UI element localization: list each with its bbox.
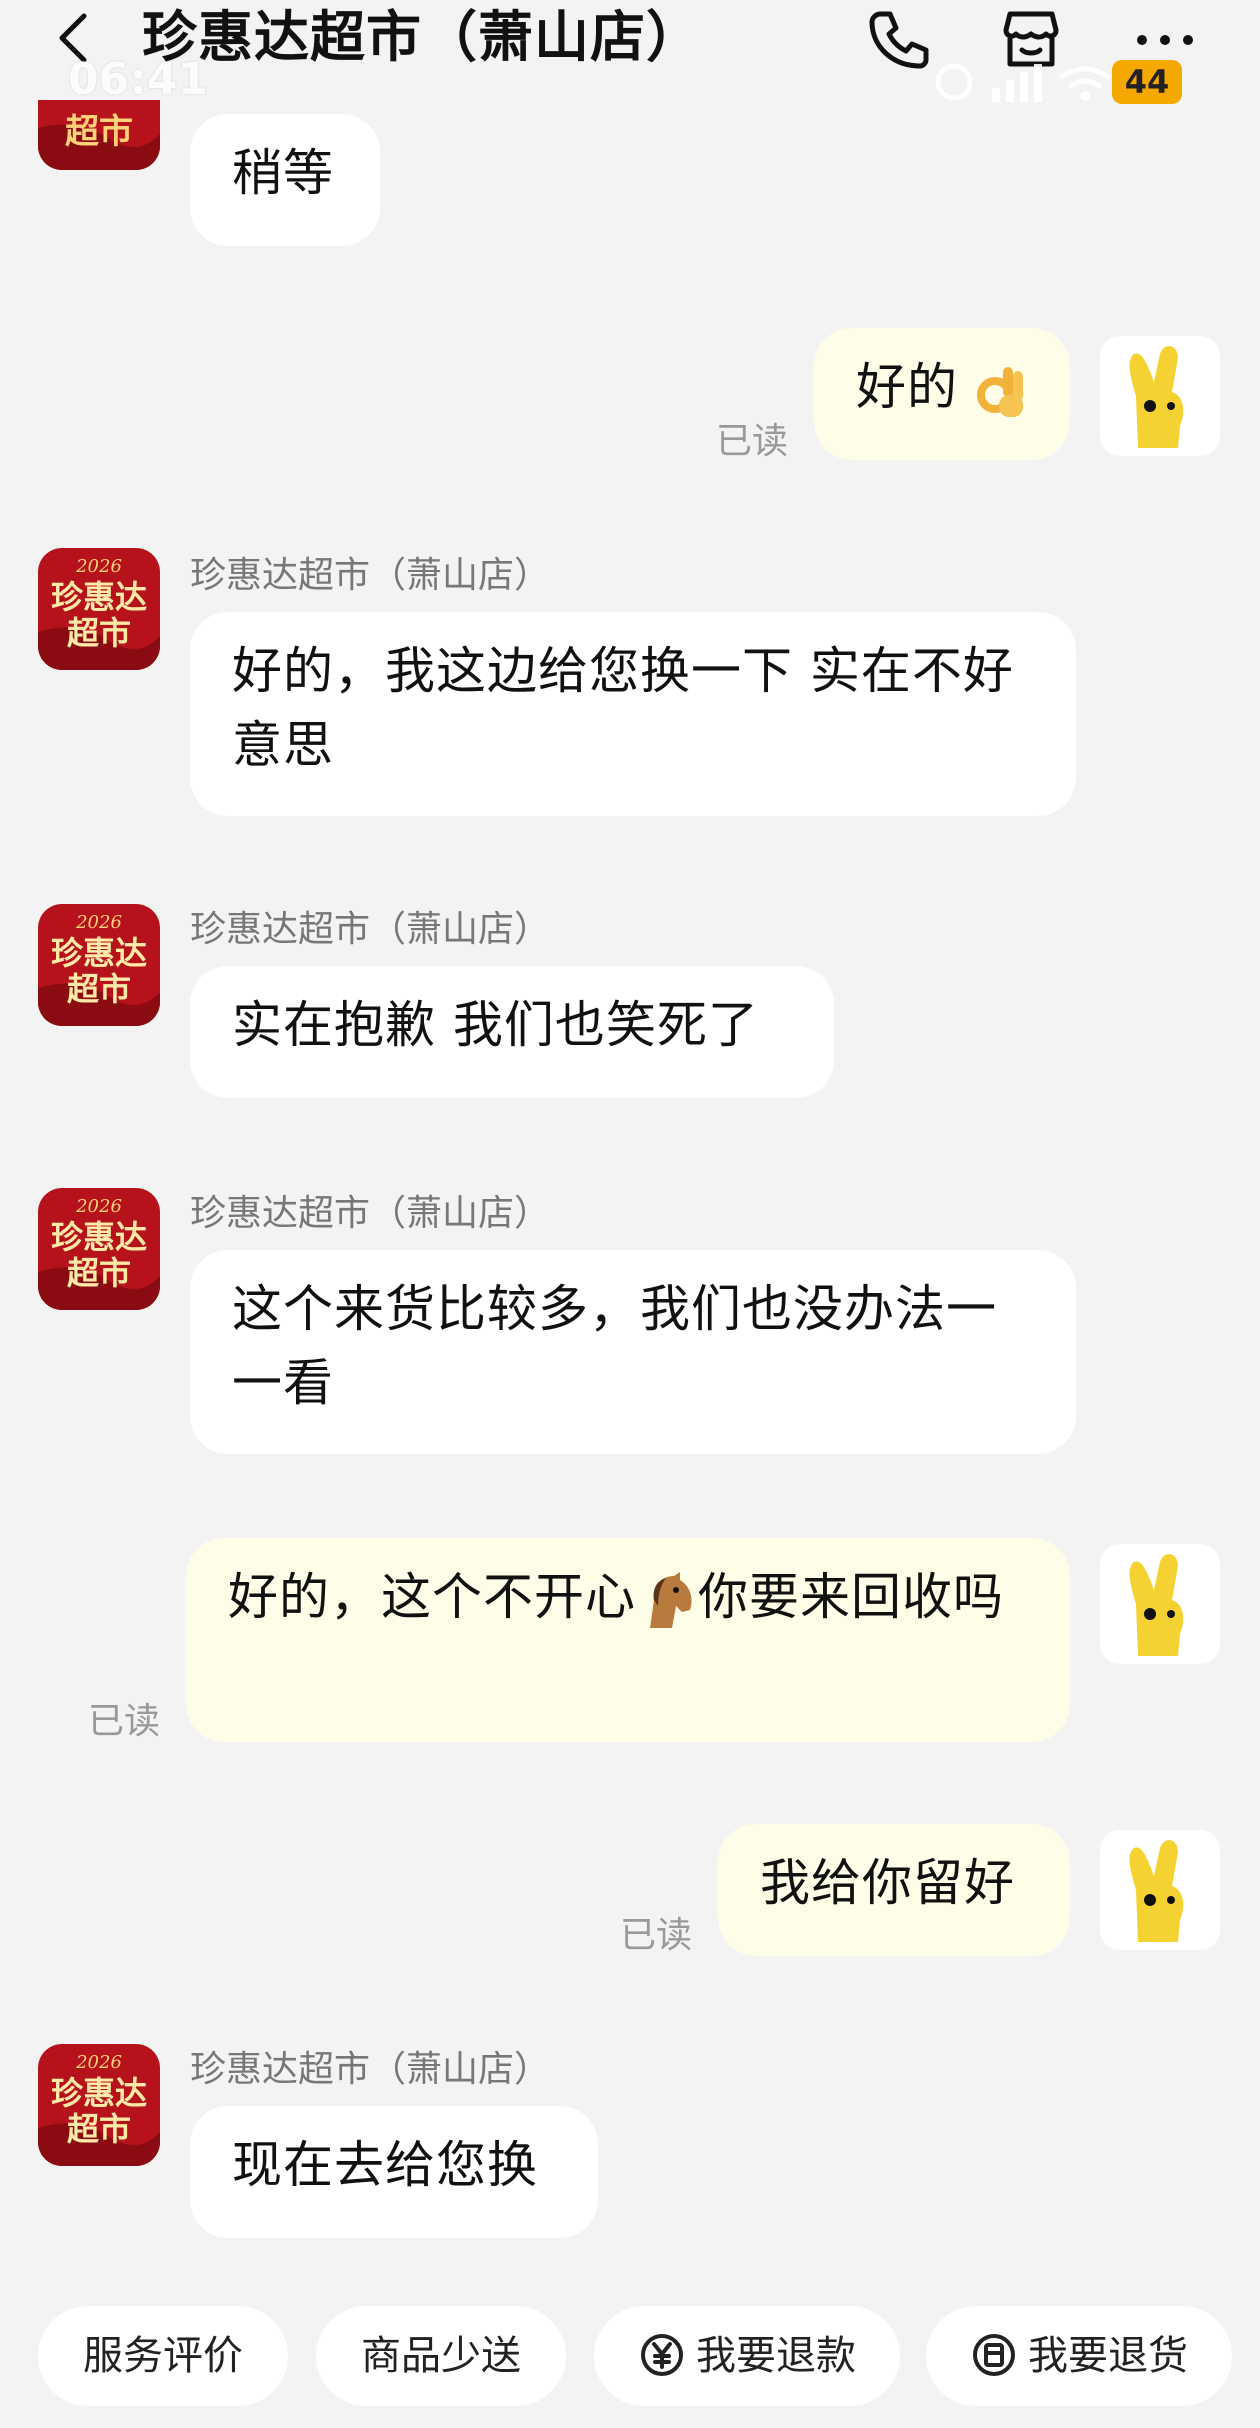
sender-name: 珍惠达超市（萧山店） bbox=[190, 2049, 551, 2090]
ok-hand-emoji-icon bbox=[976, 366, 1023, 417]
chip-label: 我要退款 bbox=[696, 2333, 856, 2379]
message-bubble-incoming[interactable]: 稍等 bbox=[190, 114, 380, 246]
message-text: 稍等 bbox=[232, 144, 334, 202]
horse-emoji-icon bbox=[650, 1571, 692, 1628]
status-time: 06:41 bbox=[68, 54, 209, 105]
svg-text:2026: 2026 bbox=[75, 2052, 122, 2073]
svg-text:珍惠达: 珍惠达 bbox=[51, 2074, 147, 2112]
read-receipt: 已读 bbox=[88, 1701, 161, 1742]
chat-header: 珍惠达超市（萧山店） 06:41 44 bbox=[0, 0, 1260, 105]
chip-label: 我要退货 bbox=[1028, 2333, 1188, 2379]
phone-icon[interactable] bbox=[862, 4, 932, 74]
shop-logo-icon: 2026 珍惠达 超市 bbox=[38, 904, 160, 1026]
sender-name: 珍惠达超市（萧山店） bbox=[190, 555, 551, 596]
shop-avatar[interactable]: 2026 珍惠达 超市 bbox=[38, 904, 160, 1026]
shop-logo-icon: 2026 珍惠达 超市 bbox=[38, 548, 160, 670]
message-bubble-outgoing[interactable]: 好的 bbox=[814, 328, 1070, 460]
svg-text:超市: 超市 bbox=[67, 970, 131, 1008]
battery-indicator: 44 bbox=[1112, 60, 1182, 104]
message-bubble-outgoing[interactable]: 好的，这个不开心 你要来回收吗 bbox=[186, 1538, 1070, 1742]
message-text: 我给你留好 bbox=[760, 1854, 1015, 1912]
svg-text:超市: 超市 bbox=[67, 614, 131, 652]
message-bubble-incoming[interactable]: 实在抱歉 我们也笑死了 bbox=[190, 966, 834, 1098]
svg-text:2026: 2026 bbox=[75, 1196, 122, 1217]
request-return-button[interactable]: 我要退货 bbox=[926, 2306, 1232, 2406]
message-bubble-incoming[interactable]: 这个来货比较多，我们也没办法一一看 bbox=[190, 1250, 1076, 1454]
missing-items-button[interactable]: 商品少送 bbox=[316, 2306, 566, 2406]
user-avatar[interactable] bbox=[1100, 1544, 1220, 1664]
refund-yen-icon bbox=[641, 2334, 683, 2376]
svg-text:珍惠达: 珍惠达 bbox=[51, 1218, 147, 1256]
message-bubble-incoming[interactable]: 现在去给您换 bbox=[190, 2106, 598, 2238]
shop-avatar[interactable]: 2026 珍惠达 超市 bbox=[38, 2044, 160, 2166]
read-receipt: 已读 bbox=[716, 421, 789, 462]
svg-text:超市: 超市 bbox=[65, 112, 133, 152]
svg-text:2026: 2026 bbox=[75, 556, 122, 577]
svg-text:珍惠达: 珍惠达 bbox=[51, 934, 147, 972]
message-text: 现在去给您换 bbox=[232, 2136, 538, 2194]
chip-label: 服务评价 bbox=[83, 2333, 243, 2379]
return-goods-icon bbox=[973, 2334, 1015, 2376]
svg-text:超市: 超市 bbox=[67, 2110, 131, 2148]
svg-text:2026: 2026 bbox=[75, 912, 122, 933]
user-avatar[interactable] bbox=[1100, 336, 1220, 456]
chat-title: 珍惠达超市（萧山店） bbox=[142, 5, 703, 69]
message-text: 你要来回收吗 bbox=[698, 1568, 1004, 1626]
read-receipt: 已读 bbox=[620, 1915, 693, 1956]
svg-text:珍惠达: 珍惠达 bbox=[51, 578, 147, 616]
shop-logo-icon: 2026 珍惠达 超市 bbox=[38, 1188, 160, 1310]
svg-text:超市: 超市 bbox=[67, 1254, 131, 1292]
message-text: 好的 bbox=[856, 358, 958, 416]
shop-avatar[interactable]: 2026 珍惠达 超市 bbox=[38, 1188, 160, 1310]
chip-label: 商品少送 bbox=[361, 2333, 521, 2379]
service-review-button[interactable]: 服务评价 bbox=[38, 2306, 288, 2406]
message-bubble-incoming[interactable]: 好的，我这边给您换一下 实在不好意思 bbox=[190, 612, 1076, 816]
yellow-hand-mascot-icon bbox=[1129, 1840, 1184, 1942]
shop-logo-icon: 2026 珍惠达 超市 bbox=[38, 2044, 160, 2166]
message-text: 这个来货比较多，我们也没办法一一看 bbox=[232, 1280, 997, 1412]
user-avatar[interactable] bbox=[1100, 1830, 1220, 1950]
message-text: 好的，我这边给您换一下 实在不好意思 bbox=[232, 642, 1014, 774]
sender-name: 珍惠达超市（萧山店） bbox=[190, 909, 551, 950]
yellow-hand-mascot-icon bbox=[1129, 1554, 1184, 1656]
yellow-hand-mascot-icon bbox=[1129, 346, 1184, 448]
shop-avatar[interactable]: 2026 珍惠达 超市 bbox=[38, 548, 160, 670]
sender-name: 珍惠达超市（萧山店） bbox=[190, 1193, 551, 1234]
message-text: 实在抱歉 我们也笑死了 bbox=[232, 996, 759, 1054]
message-bubble-outgoing[interactable]: 我给你留好 bbox=[718, 1824, 1070, 1956]
message-text: 好的，这个不开心 bbox=[228, 1568, 636, 1626]
request-refund-button[interactable]: 我要退款 bbox=[594, 2306, 900, 2406]
